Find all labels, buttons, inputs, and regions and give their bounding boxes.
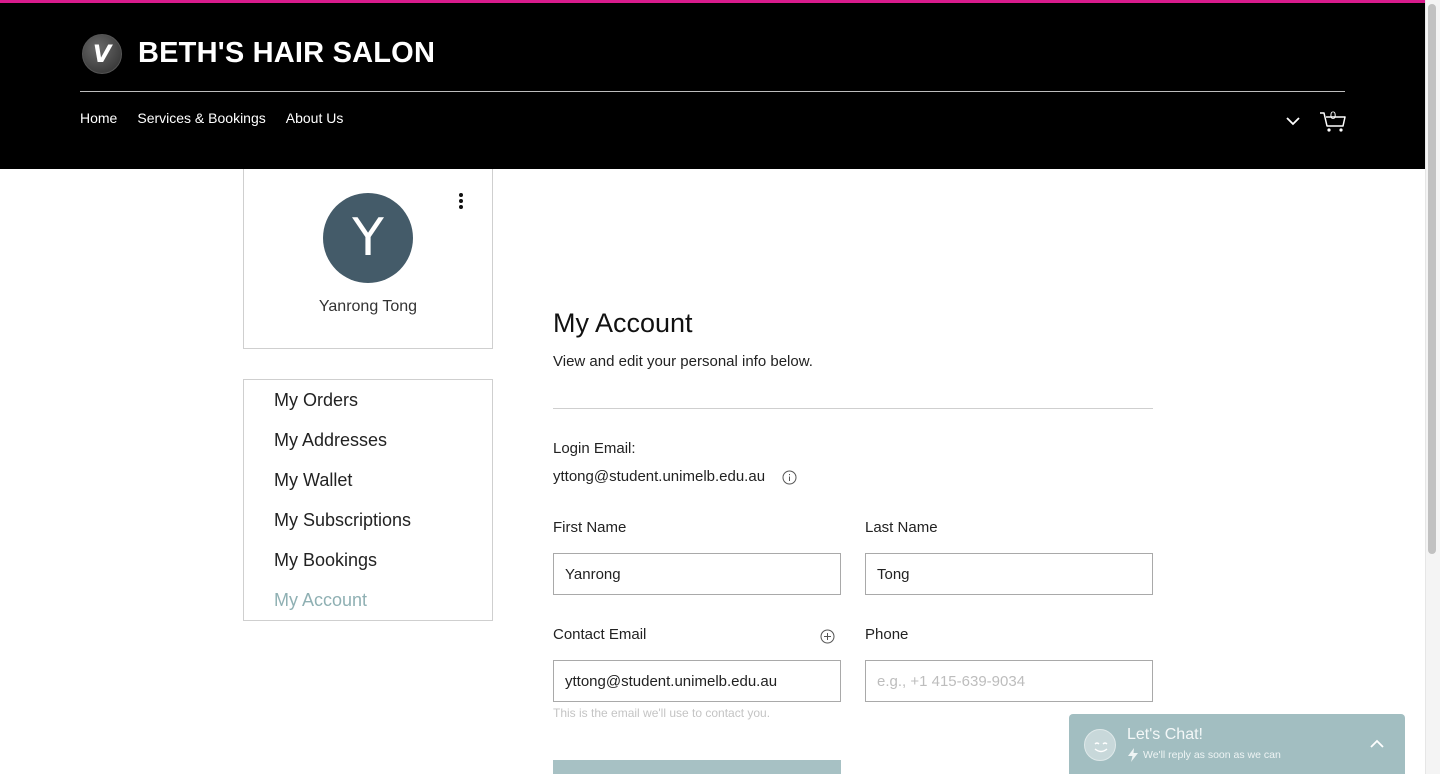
phone-input[interactable] [865,660,1153,702]
chat-title: Let's Chat! [1127,726,1203,743]
side-menu-item-my-wallet[interactable]: My Wallet [274,470,352,491]
cart-count: 0 [1330,110,1337,122]
section-divider [553,408,1153,409]
add-email-icon[interactable] [820,629,835,644]
contact-email-helper: This is the email we'll use to contact y… [553,706,771,720]
contact-email-label: Contact Email [553,626,647,643]
profile-name: Yanrong Tong [318,298,418,315]
side-menu-item-my-bookings[interactable]: My Bookings [274,550,377,571]
chat-widget[interactable]: Let's Chat! We'll reply as soon as we ca… [1069,714,1405,774]
more-options-icon[interactable] [454,191,468,211]
account-side-menu: My Orders My Addresses My Wallet My Subs… [243,379,493,621]
site-header: V BETH'S HAIR SALON Home Services & Book… [0,0,1425,169]
last-name-label: Last Name [865,519,938,536]
lightning-icon [1128,748,1138,762]
side-menu-item-my-addresses[interactable]: My Addresses [274,430,387,451]
update-info-button[interactable] [553,760,841,774]
nav-item-services-bookings[interactable]: Services & Bookings [137,110,265,126]
side-menu-item-my-orders[interactable]: My Orders [274,390,358,411]
login-email-label: Login Email: [553,440,636,457]
site-title[interactable]: BETH'S HAIR SALON [138,37,435,70]
chevron-down-icon[interactable] [1285,113,1301,129]
logo-letter: V [92,40,112,68]
nav-item-home[interactable]: Home [80,110,117,126]
main-nav: Home Services & Bookings About Us [80,110,343,126]
phone-label: Phone [865,626,909,643]
chevron-up-icon[interactable] [1369,736,1385,752]
avatar[interactable]: Y [323,193,413,283]
header-divider [80,91,1345,92]
avatar-letter: Y [352,208,384,268]
site-logo[interactable]: V [82,34,122,74]
side-menu-item-my-subscriptions[interactable]: My Subscriptions [274,510,411,531]
profile-card: Y Yanrong Tong [243,169,493,349]
first-name-label: First Name [553,519,627,536]
first-name-input[interactable] [553,553,841,595]
page-subtitle: View and edit your personal info below. [553,353,813,370]
info-icon[interactable] [782,470,797,485]
chat-subtitle: We'll reply as soon as we can [1143,749,1281,761]
chat-avatar-icon [1084,729,1116,761]
last-name-input[interactable] [865,553,1153,595]
side-menu-item-my-account[interactable]: My Account [274,590,367,611]
login-email-value: yttong@student.unimelb.edu.au [553,468,766,485]
page-title: My Account [553,308,693,338]
contact-email-input[interactable] [553,660,841,702]
scrollbar-thumb[interactable] [1428,4,1436,554]
nav-item-about-us[interactable]: About Us [286,110,344,126]
